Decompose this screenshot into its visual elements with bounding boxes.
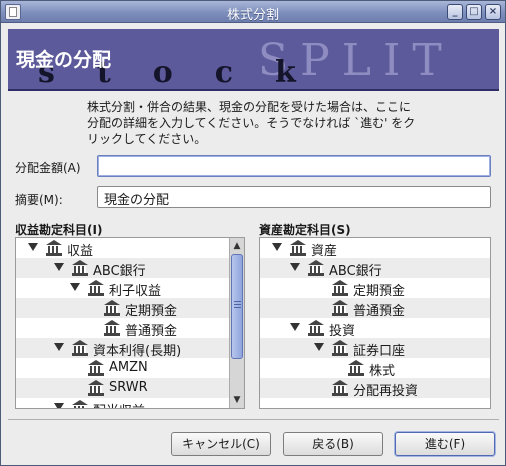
bank-building-icon [332,280,348,296]
memo-label: 摘要(M): [15,193,63,207]
assistant-banner: SPLIT stock 現金の分配 [8,29,499,91]
tree-row[interactable]: AMZN [16,358,244,378]
triangle-down-icon[interactable] [54,263,64,271]
bank-building-icon [332,300,348,316]
scroll-up-icon[interactable]: ▲ [231,239,243,253]
bank-building-icon [104,300,120,316]
tree-row[interactable]: 証券口座 [260,338,490,359]
asset-accounts-heading: 資産勘定科目(S) [259,223,351,237]
forward-button[interactable]: 進む(F) [395,432,495,456]
tree-row[interactable]: 株式 [260,358,490,379]
button-separator [8,419,499,420]
tree-row-label: 利子収益 [109,284,162,299]
tree-row-label: 普通預金 [125,324,178,339]
tree-row[interactable]: 投資 [260,318,490,339]
amount-input[interactable] [97,155,491,177]
bank-building-icon [332,340,348,356]
tree-row-label: SRWR [109,380,148,395]
grip-icon [234,301,241,308]
bank-building-icon [46,240,62,256]
tree-row-label: 分配再投資 [353,384,419,399]
triangle-down-icon[interactable] [70,283,80,291]
tree-row[interactable]: 資本利得(長期) [16,338,244,359]
tree-row[interactable]: 普通預金 [260,298,490,319]
bank-building-icon [308,260,324,276]
bank-building-icon [308,320,324,336]
page-description: 株式分割・併合の結果、現金の分配を受けた場合は、ここに分配の詳細を入力してくださ… [87,100,416,146]
triangle-down-icon[interactable] [54,403,64,408]
close-button[interactable]: × [485,4,501,20]
tree-row-label: 定期預金 [353,284,406,299]
asset-accounts-tree[interactable]: 資産 ABC銀行定期預金普通預金投資証券口座株式分配再投資 [259,237,491,409]
bank-building-icon [88,380,104,396]
income-accounts-heading: 収益勘定科目(I) [15,223,103,237]
bank-building-icon [72,260,88,276]
bank-building-icon [72,400,88,408]
scroll-down-icon[interactable]: ▼ [231,393,243,407]
tree-row-label: ABC銀行 [329,264,382,279]
page-title: 現金の分配 [16,49,112,71]
tree-row-label: 投資 [329,324,356,339]
back-button[interactable]: 戻る(B) [283,432,383,456]
dialog-window: 株式分割 _ □ × SPLIT stock 現金の分配 株式分割・併合の結果、… [0,0,506,466]
memo-input[interactable]: 現金の分配 [97,186,491,208]
tree-row-label: 収益 [67,244,94,259]
tree-row-label: ABC銀行 [93,264,146,279]
income-accounts-tree[interactable]: 収益ABC銀行利子収益定期預金普通預金資本利得(長期)AMZNSRWR配当収益 … [15,237,245,409]
income-tree-scrollbar[interactable]: ▲ ▼ [229,238,244,408]
tree-row[interactable]: 配当収益 [16,398,244,408]
bank-building-icon [72,340,88,356]
bank-building-icon [332,380,348,396]
tree-row-label: 資本利得(長期) [93,344,182,359]
tree-row[interactable]: ABC銀行 [16,258,244,279]
maximize-button[interactable]: □ [466,4,482,20]
minimize-button[interactable]: _ [447,4,463,20]
bank-building-icon [348,360,364,376]
scrollbar-thumb[interactable] [231,254,243,359]
tree-row[interactable]: 分配再投資 [260,378,490,399]
triangle-down-icon[interactable] [272,243,282,251]
tree-row[interactable]: ABC銀行 [260,258,490,279]
tree-row[interactable]: 資産 [260,238,490,259]
triangle-down-icon[interactable] [28,243,38,251]
amount-label: 分配金額(A) [15,161,81,175]
bank-building-icon [88,280,104,296]
tree-row[interactable]: 普通預金 [16,318,244,339]
tree-row[interactable]: 収益 [16,238,244,259]
window-title: 株式分割 [226,8,279,23]
triangle-down-icon[interactable] [290,263,300,271]
tree-row[interactable]: 利子収益 [16,278,244,299]
tree-row-label: 資産 [311,244,338,259]
triangle-down-icon[interactable] [314,343,324,351]
tree-row-label: 配当収益 [93,400,145,408]
triangle-down-icon[interactable] [54,343,64,351]
tree-row-label: 普通預金 [353,304,406,319]
tree-row-label: 定期預金 [125,304,178,319]
cancel-button[interactable]: キャンセル(C) [171,432,271,456]
tree-row-label: 株式 [369,364,396,379]
title-bar[interactable]: 株式分割 _ □ × [1,1,505,23]
triangle-down-icon[interactable] [290,323,300,331]
tree-row[interactable]: SRWR [16,378,244,398]
banner-divider [8,89,499,91]
bank-building-icon [290,240,306,256]
tree-row-label: 証券口座 [353,344,406,359]
tree-row[interactable]: 定期預金 [260,278,490,299]
bank-building-icon [104,320,120,336]
tree-row-label: AMZN [109,360,148,375]
bank-building-icon [88,360,104,376]
tree-row[interactable]: 定期預金 [16,298,244,319]
